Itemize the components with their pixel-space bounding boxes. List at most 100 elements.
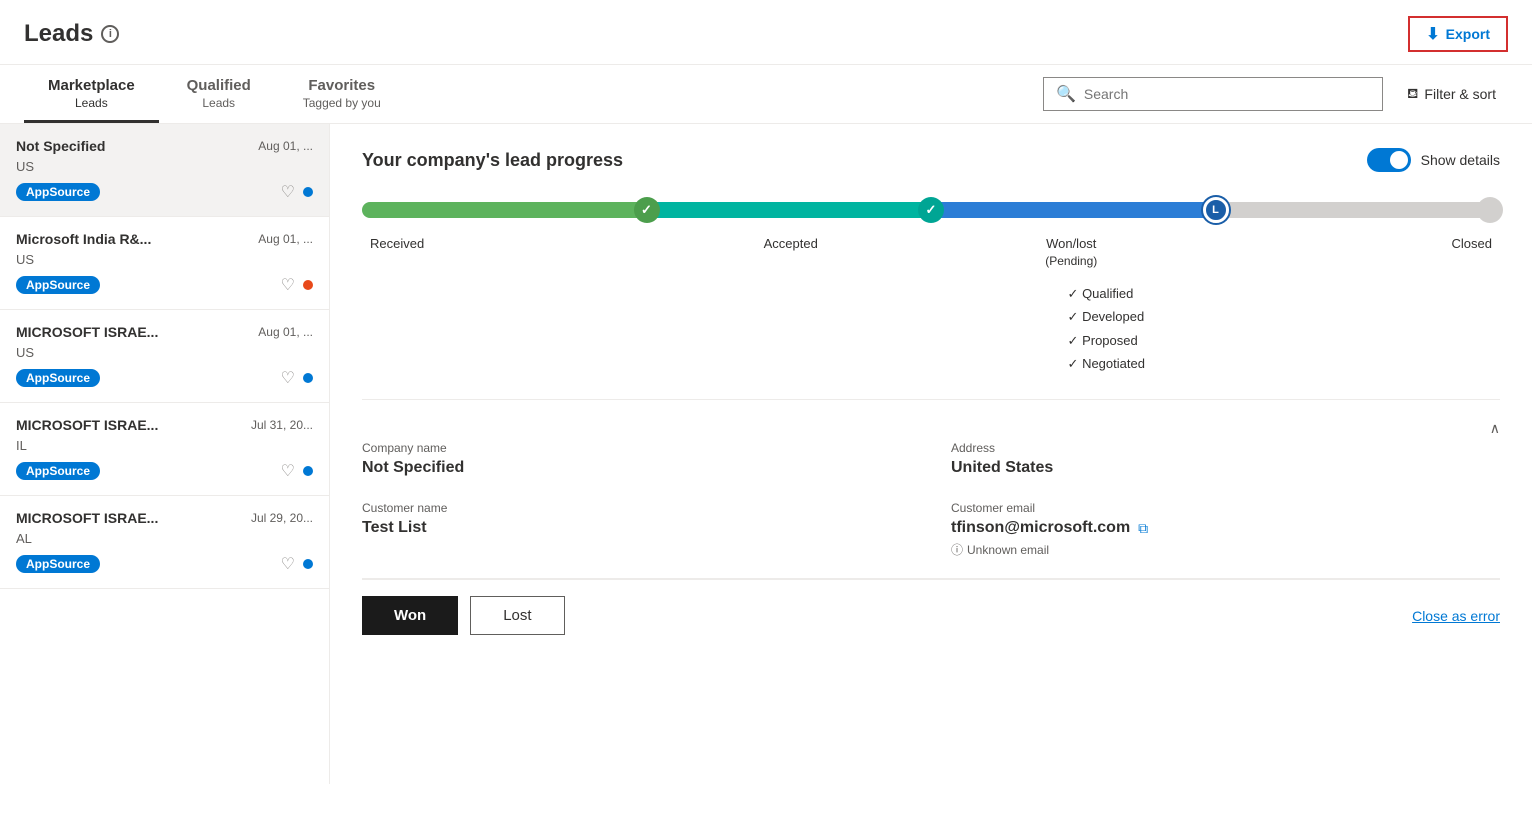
filter-sort-button[interactable]: ⛾ Filter & sort [1395, 79, 1508, 110]
favorite-icon[interactable]: ♡ [281, 461, 295, 481]
favorite-icon[interactable]: ♡ [281, 554, 295, 574]
progress-node-received: ✓ [634, 197, 660, 223]
tabs-right-controls: 🔍 ⛾ Filter & sort [1043, 77, 1508, 111]
lead-item[interactable]: MICROSOFT ISRAE... Jul 31, 20... IL AppS… [0, 403, 329, 496]
action-bar-left: Won Lost [362, 596, 565, 635]
check-proposed: ✓ Proposed [1068, 329, 1500, 352]
search-box[interactable]: 🔍 [1043, 77, 1383, 111]
lead-date: Aug 01, ... [258, 139, 313, 153]
page-header: Leads i ⬇ Export [0, 0, 1532, 65]
info-icon[interactable]: i [101, 25, 119, 43]
lead-actions: ♡ [281, 275, 313, 295]
lead-item[interactable]: Microsoft India R&... Aug 01, ... US App… [0, 217, 329, 310]
status-dot [303, 373, 313, 383]
check-developed: ✓ Developed [1068, 305, 1500, 328]
lead-company: Not Specified [16, 138, 105, 154]
progress-bar-area: ✓ ✓ L [362, 192, 1500, 228]
lead-actions: ♡ [281, 182, 313, 202]
tab-qualified-label: Qualified [187, 77, 251, 94]
lost-button[interactable]: Lost [470, 596, 564, 635]
address-value: United States [951, 459, 1500, 477]
lead-date: Aug 01, ... [258, 232, 313, 246]
favorite-icon[interactable]: ♡ [281, 275, 295, 295]
page-title-area: Leads i [24, 20, 119, 48]
lead-row-3: AppSource ♡ [16, 554, 313, 574]
favorite-icon[interactable]: ♡ [281, 368, 295, 388]
lead-item[interactable]: Not Specified Aug 01, ... US AppSource ♡ [0, 124, 329, 217]
customer-email-label: Customer email [951, 501, 1500, 515]
progress-node-wonlost: L [1203, 197, 1229, 223]
unknown-email-icon: ⓘ [951, 541, 963, 558]
toggle-container: Show details [1367, 148, 1500, 172]
detail-section-header: ∧ [362, 420, 1500, 437]
lead-badge: AppSource [16, 369, 100, 387]
address-label: Address [951, 441, 1500, 455]
status-dot [303, 559, 313, 569]
lead-item[interactable]: MICROSOFT ISRAE... Jul 29, 20... AL AppS… [0, 496, 329, 589]
lead-country: IL [16, 438, 313, 453]
lead-badge: AppSource [16, 555, 100, 573]
lead-row-1: MICROSOFT ISRAE... Aug 01, ... [16, 324, 313, 340]
lead-date: Aug 01, ... [258, 325, 313, 339]
lead-country: US [16, 252, 313, 267]
copy-email-icon[interactable]: ⧉ [1138, 520, 1148, 537]
collapse-icon[interactable]: ∧ [1490, 420, 1500, 437]
customer-name-label: Customer name [362, 501, 911, 515]
check-negotiated: ✓ Negotiated [1068, 352, 1500, 375]
progress-header: Your company's lead progress Show detail… [362, 148, 1500, 172]
page-title: Leads [24, 20, 93, 48]
company-name-value: Not Specified [362, 459, 911, 477]
lead-row-1: Microsoft India R&... Aug 01, ... [16, 231, 313, 247]
lead-badge: AppSource [16, 462, 100, 480]
progress-step-labels: Received Accepted Won/lost(Pending) Clos… [362, 236, 1500, 270]
lead-badge: AppSource [16, 183, 100, 201]
step-label-received: Received [362, 236, 651, 270]
customer-name-value: Test List [362, 519, 911, 537]
show-details-toggle[interactable] [1367, 148, 1411, 172]
customer-email-value: tfinson@microsoft.com [951, 519, 1130, 537]
email-row: tfinson@microsoft.com ⧉ [951, 519, 1500, 537]
export-button[interactable]: ⬇ Export [1408, 16, 1508, 52]
favorite-icon[interactable]: ♡ [281, 182, 295, 202]
tab-favorites[interactable]: Favorites Tagged by you [279, 65, 405, 123]
tab-marketplace-sublabel: Leads [75, 96, 108, 110]
lead-row-1: Not Specified Aug 01, ... [16, 138, 313, 154]
lead-row-3: AppSource ♡ [16, 368, 313, 388]
lead-company: MICROSOFT ISRAE... [16, 417, 158, 433]
lead-item[interactable]: MICROSOFT ISRAE... Aug 01, ... US AppSou… [0, 310, 329, 403]
close-as-error-button[interactable]: Close as error [1412, 608, 1500, 624]
lead-country: US [16, 345, 313, 360]
lead-date: Jul 29, 20... [251, 511, 313, 525]
tab-favorites-label: Favorites [308, 77, 375, 94]
status-dot [303, 466, 313, 476]
customer-name-field: Customer name Test List [362, 501, 911, 558]
lead-company: Microsoft India R&... [16, 231, 151, 247]
progress-node-closed [1477, 197, 1503, 223]
lead-country: US [16, 159, 313, 174]
lead-row-3: AppSource ♡ [16, 182, 313, 202]
status-dot [303, 280, 313, 290]
pending-checks: ✓ Qualified ✓ Developed ✓ Proposed ✓ Neg… [1068, 282, 1500, 376]
step-label-wonlost: Won/lost(Pending) [931, 236, 1212, 270]
progress-title: Your company's lead progress [362, 150, 623, 171]
tab-qualified-sublabel: Leads [202, 96, 235, 110]
tabs-bar: Marketplace Leads Qualified Leads Favori… [0, 65, 1532, 124]
tab-marketplace[interactable]: Marketplace Leads [24, 65, 159, 123]
progress-node-accepted: ✓ [918, 197, 944, 223]
address-field: Address United States [951, 441, 1500, 477]
lead-row-3: AppSource ♡ [16, 461, 313, 481]
toggle-knob [1390, 151, 1408, 169]
lead-actions: ♡ [281, 554, 313, 574]
search-input[interactable] [1084, 86, 1370, 102]
lead-badge: AppSource [16, 276, 100, 294]
detail-grid: Company name Not Specified Address Unite… [362, 441, 1500, 558]
company-name-label: Company name [362, 441, 911, 455]
step-label-accepted: Accepted [651, 236, 932, 270]
lead-row-1: MICROSOFT ISRAE... Jul 29, 20... [16, 510, 313, 526]
lead-actions: ♡ [281, 368, 313, 388]
won-button[interactable]: Won [362, 596, 458, 635]
unknown-email: ⓘ Unknown email [951, 541, 1500, 558]
tab-qualified[interactable]: Qualified Leads [159, 65, 279, 123]
show-details-label: Show details [1421, 152, 1500, 168]
lead-country: AL [16, 531, 313, 546]
